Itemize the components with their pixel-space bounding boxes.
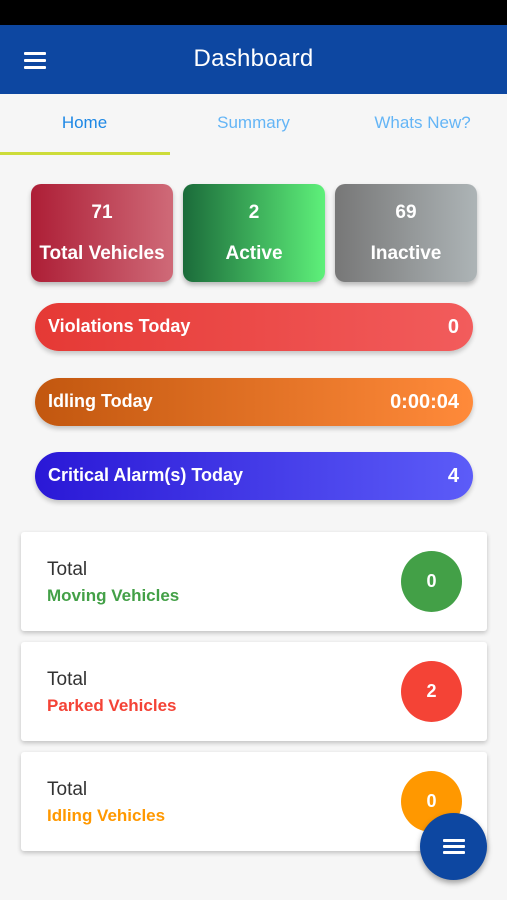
violations-today-label: Violations Today	[48, 316, 191, 336]
inactive-vehicles-label: Inactive	[370, 243, 442, 264]
total-vehicles-label: Total Vehicles	[39, 243, 165, 264]
moving-vehicles-count-badge: 0	[401, 551, 462, 612]
inactive-vehicles-count: 69	[395, 202, 417, 223]
idling-vehicles-label: Idling Vehicles	[47, 806, 166, 825]
total-vehicles-card[interactable]: 71 Total Vehicles	[31, 184, 173, 282]
moving-vehicles-title: Total	[47, 559, 88, 580]
violations-today-value: 0	[447, 316, 459, 338]
fab-menu-button[interactable]	[420, 813, 487, 880]
critical-alarms-today-bar[interactable]: Critical Alarm(s) Today 4	[35, 452, 473, 500]
parked-vehicles-label: Parked Vehicles	[47, 696, 177, 715]
tab-home[interactable]: Home	[0, 94, 169, 156]
active-vehicles-label: Active	[225, 243, 283, 264]
page-title: Dashboard	[193, 45, 314, 72]
active-vehicles-count: 2	[248, 202, 260, 223]
violations-today-bar[interactable]: Violations Today 0	[35, 303, 473, 351]
total-vehicles-count: 71	[91, 202, 113, 223]
parked-vehicles-title: Total	[47, 669, 88, 690]
idling-vehicles-card[interactable]: Total Idling Vehicles 0	[21, 752, 487, 851]
tab-bar: Home Summary Whats New?	[0, 94, 507, 156]
moving-vehicles-label: Moving Vehicles	[47, 586, 180, 605]
inactive-vehicles-card[interactable]: 69 Inactive	[335, 184, 477, 282]
idling-today-bar[interactable]: Idling Today 0:00:04	[35, 378, 473, 426]
menu-icon	[443, 839, 465, 842]
idling-today-label: Idling Today	[48, 391, 153, 411]
idling-today-value: 0:00:04	[390, 391, 459, 413]
tab-summary[interactable]: Summary	[169, 94, 338, 156]
status-bar	[0, 0, 507, 25]
parked-vehicles-count-badge: 2	[401, 661, 462, 722]
critical-alarms-today-value: 4	[447, 465, 459, 487]
critical-alarms-today-label: Critical Alarm(s) Today	[48, 465, 244, 485]
tab-whats-new[interactable]: Whats New?	[338, 94, 507, 156]
idling-vehicles-title: Total	[47, 779, 88, 800]
active-tab-indicator	[0, 152, 170, 155]
parked-vehicles-card[interactable]: Total Parked Vehicles 2	[21, 642, 487, 741]
app-bar: Dashboard	[0, 25, 507, 94]
active-vehicles-card[interactable]: 2 Active	[183, 184, 325, 282]
moving-vehicles-card[interactable]: Total Moving Vehicles 0	[21, 532, 487, 631]
